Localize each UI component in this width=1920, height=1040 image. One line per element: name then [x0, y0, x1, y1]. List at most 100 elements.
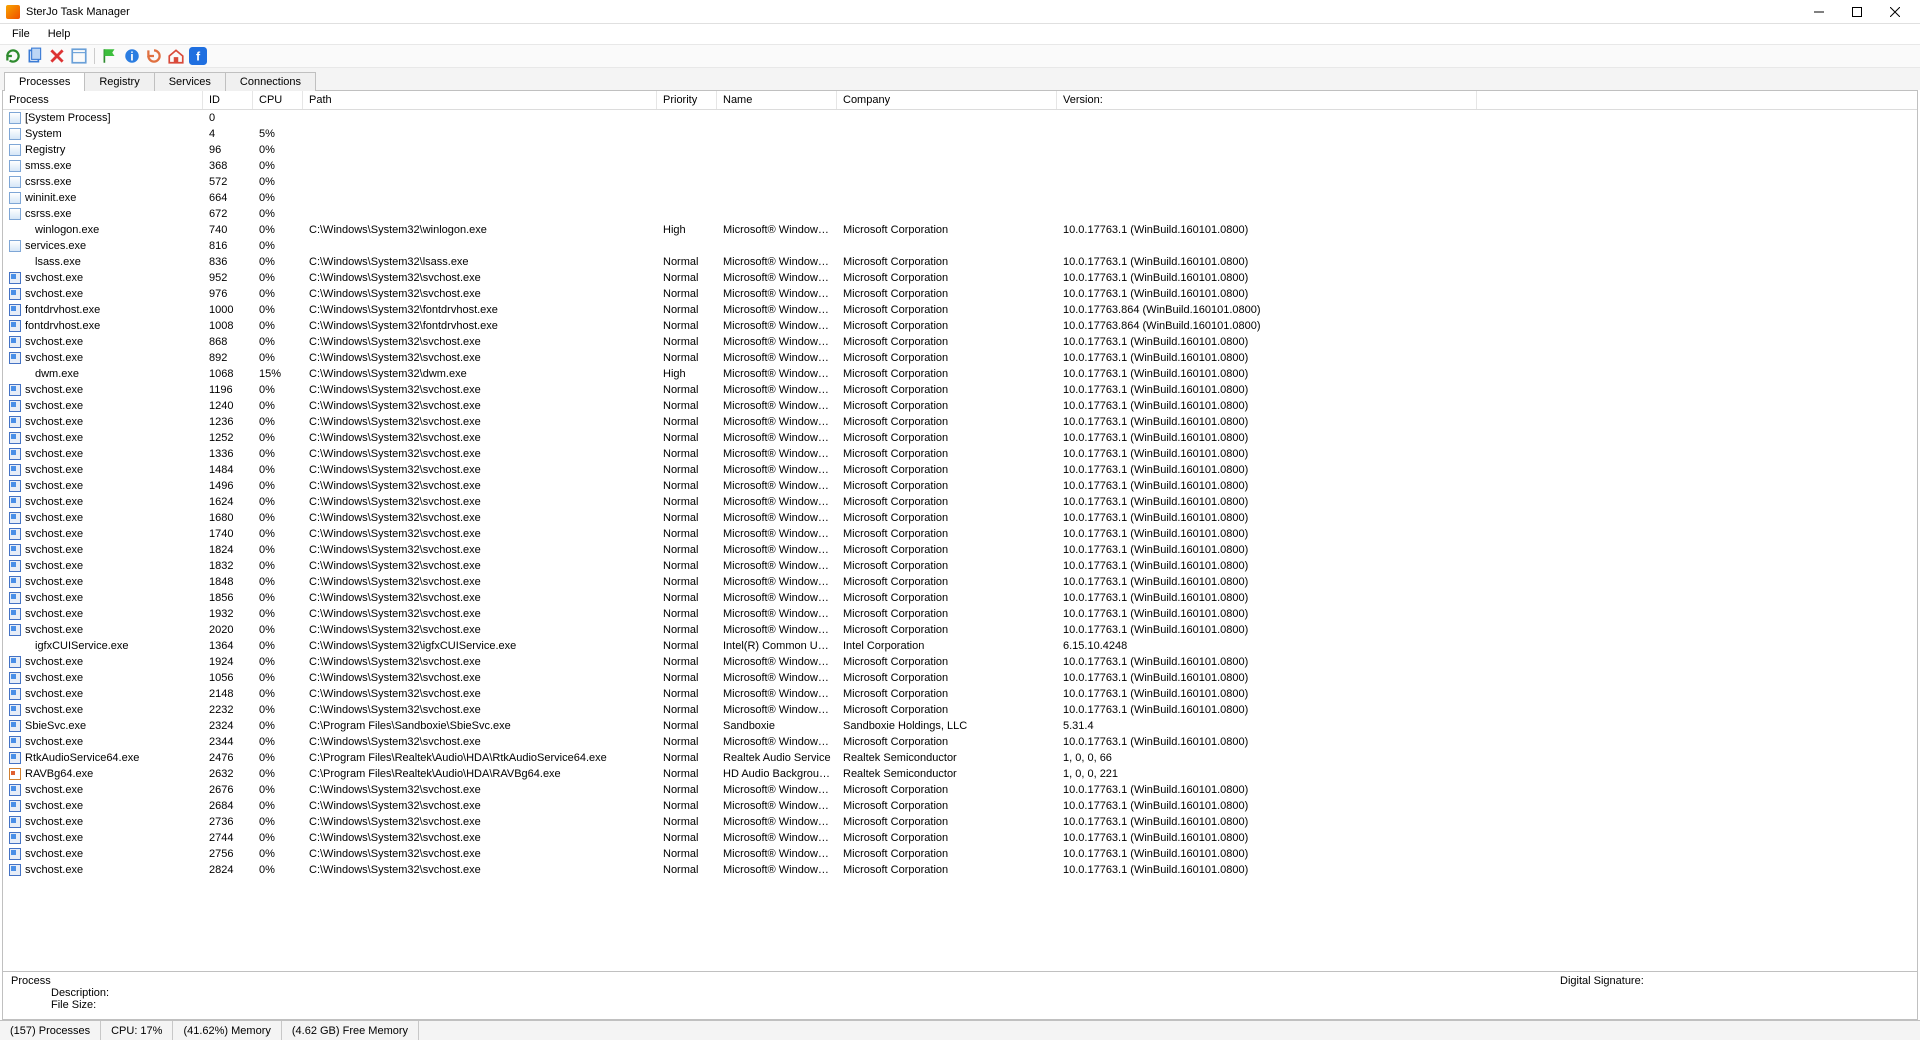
table-row[interactable]: svchost.exe21480%C:\Windows\System32\svc… [3, 686, 1917, 702]
home-icon[interactable] [167, 47, 185, 65]
cell-process: svchost.exe [3, 448, 203, 460]
table-row[interactable]: svchost.exe8920%C:\Windows\System32\svch… [3, 350, 1917, 366]
table-row[interactable]: svchost.exe14960%C:\Windows\System32\svc… [3, 478, 1917, 494]
table-row[interactable]: fontdrvhost.exe10000%C:\Windows\System32… [3, 302, 1917, 318]
table-row[interactable]: svchost.exe16240%C:\Windows\System32\svc… [3, 494, 1917, 510]
table-row[interactable]: RtkAudioService64.exe24760%C:\Program Fi… [3, 750, 1917, 766]
table-row[interactable]: [System Process]0 [3, 110, 1917, 126]
table-row[interactable]: svchost.exe27360%C:\Windows\System32\svc… [3, 814, 1917, 830]
table-row[interactable]: svchost.exe28240%C:\Windows\System32\svc… [3, 862, 1917, 878]
table-row[interactable]: igfxCUIService.exe13640%C:\Windows\Syste… [3, 638, 1917, 654]
kill-icon[interactable] [48, 47, 66, 65]
table-row[interactable]: svchost.exe19240%C:\Windows\System32\svc… [3, 654, 1917, 670]
table-row[interactable]: svchost.exe18480%C:\Windows\System32\svc… [3, 574, 1917, 590]
detail-filesize-label: File Size: [11, 999, 960, 1011]
table-row[interactable]: svchost.exe23440%C:\Windows\System32\svc… [3, 734, 1917, 750]
table-row[interactable]: svchost.exe13360%C:\Windows\System32\svc… [3, 446, 1917, 462]
col-id[interactable]: ID [203, 91, 253, 109]
table-row[interactable]: svchost.exe26840%C:\Windows\System32\svc… [3, 798, 1917, 814]
table-row[interactable]: svchost.exe12400%C:\Windows\System32\svc… [3, 398, 1917, 414]
table-row[interactable]: svchost.exe17400%C:\Windows\System32\svc… [3, 526, 1917, 542]
refresh-icon[interactable] [4, 47, 22, 65]
table-row[interactable]: Registry960% [3, 142, 1917, 158]
cell-cpu: 0% [253, 256, 303, 268]
cell-cpu: 0% [253, 400, 303, 412]
table-row[interactable]: svchost.exe26760%C:\Windows\System32\svc… [3, 782, 1917, 798]
cell-company: Microsoft Corporation [837, 336, 1057, 348]
facebook-icon[interactable]: f [189, 47, 207, 65]
table-row[interactable]: services.exe8160% [3, 238, 1917, 254]
table-row[interactable]: svchost.exe10560%C:\Windows\System32\svc… [3, 670, 1917, 686]
process-icon [9, 864, 21, 876]
table-row[interactable]: svchost.exe20200%C:\Windows\System32\svc… [3, 622, 1917, 638]
process-name: svchost.exe [25, 800, 83, 812]
table-row[interactable]: csrss.exe6720% [3, 206, 1917, 222]
cell-path: C:\Windows\System32\svchost.exe [303, 464, 657, 476]
table-row[interactable]: svchost.exe12520%C:\Windows\System32\svc… [3, 430, 1917, 446]
table-row[interactable]: SbieSvc.exe23240%C:\Program Files\Sandbo… [3, 718, 1917, 734]
table-row[interactable]: svchost.exe16800%C:\Windows\System32\svc… [3, 510, 1917, 526]
process-icon [9, 544, 21, 556]
tab-services[interactable]: Services [154, 72, 226, 91]
table-row[interactable]: svchost.exe8680%C:\Windows\System32\svch… [3, 334, 1917, 350]
process-grid-scroll[interactable]: Process ID CPU Path Priority Name Compan… [3, 91, 1917, 971]
cell-process: svchost.exe [3, 400, 203, 412]
cell-process: winlogon.exe [3, 224, 203, 236]
table-row[interactable]: svchost.exe12360%C:\Windows\System32\svc… [3, 414, 1917, 430]
table-row[interactable]: dwm.exe106815%C:\Windows\System32\dwm.ex… [3, 366, 1917, 382]
cell-path: C:\Windows\System32\lsass.exe [303, 256, 657, 268]
tab-registry[interactable]: Registry [84, 72, 154, 91]
cell-cpu: 0% [253, 480, 303, 492]
cell-id: 2324 [203, 720, 253, 732]
table-row[interactable]: lsass.exe8360%C:\Windows\System32\lsass.… [3, 254, 1917, 270]
col-version[interactable]: Version: [1057, 91, 1477, 109]
table-row[interactable]: wininit.exe6640% [3, 190, 1917, 206]
table-row[interactable]: svchost.exe11960%C:\Windows\System32\svc… [3, 382, 1917, 398]
table-row[interactable]: svchost.exe9520%C:\Windows\System32\svch… [3, 270, 1917, 286]
col-priority[interactable]: Priority [657, 91, 717, 109]
table-row[interactable]: fontdrvhost.exe10080%C:\Windows\System32… [3, 318, 1917, 334]
col-company[interactable]: Company [837, 91, 1057, 109]
table-row[interactable]: System45% [3, 126, 1917, 142]
cell-cpu: 0% [253, 512, 303, 524]
table-row[interactable]: svchost.exe14840%C:\Windows\System32\svc… [3, 462, 1917, 478]
col-process[interactable]: Process [3, 91, 203, 109]
tab-processes[interactable]: Processes [4, 72, 85, 91]
table-row[interactable]: svchost.exe18560%C:\Windows\System32\svc… [3, 590, 1917, 606]
table-row[interactable]: svchost.exe27560%C:\Windows\System32\svc… [3, 846, 1917, 862]
table-row[interactable]: svchost.exe18240%C:\Windows\System32\svc… [3, 542, 1917, 558]
table-row[interactable]: csrss.exe5720% [3, 174, 1917, 190]
table-row[interactable]: RAVBg64.exe26320%C:\Program Files\Realte… [3, 766, 1917, 782]
properties-icon[interactable] [70, 47, 88, 65]
tab-connections[interactable]: Connections [225, 72, 316, 91]
cell-cpu: 0% [253, 656, 303, 668]
process-name: svchost.exe [25, 624, 83, 636]
col-cpu[interactable]: CPU [253, 91, 303, 109]
close-button[interactable] [1876, 1, 1914, 23]
process-icon [9, 192, 21, 204]
cell-process: svchost.exe [3, 528, 203, 540]
info-icon[interactable]: i [123, 47, 141, 65]
table-row[interactable]: smss.exe3680% [3, 158, 1917, 174]
cell-id: 0 [203, 112, 253, 124]
reload-icon[interactable] [145, 47, 163, 65]
process-icon [9, 480, 21, 492]
menu-file[interactable]: File [4, 26, 38, 42]
col-name[interactable]: Name [717, 91, 837, 109]
col-path[interactable]: Path [303, 91, 657, 109]
copy-icon[interactable] [26, 47, 44, 65]
table-row[interactable]: svchost.exe18320%C:\Windows\System32\svc… [3, 558, 1917, 574]
cell-cpu: 0% [253, 800, 303, 812]
cell-process: svchost.exe [3, 336, 203, 348]
maximize-button[interactable] [1838, 1, 1876, 23]
table-row[interactable]: winlogon.exe7400%C:\Windows\System32\win… [3, 222, 1917, 238]
minimize-button[interactable] [1800, 1, 1838, 23]
table-row[interactable]: svchost.exe22320%C:\Windows\System32\svc… [3, 702, 1917, 718]
table-row[interactable]: svchost.exe27440%C:\Windows\System32\svc… [3, 830, 1917, 846]
flag-icon[interactable] [101, 47, 119, 65]
table-row[interactable]: svchost.exe19320%C:\Windows\System32\svc… [3, 606, 1917, 622]
menu-help[interactable]: Help [40, 26, 79, 42]
process-name: csrss.exe [25, 176, 71, 188]
cell-id: 1336 [203, 448, 253, 460]
table-row[interactable]: svchost.exe9760%C:\Windows\System32\svch… [3, 286, 1917, 302]
